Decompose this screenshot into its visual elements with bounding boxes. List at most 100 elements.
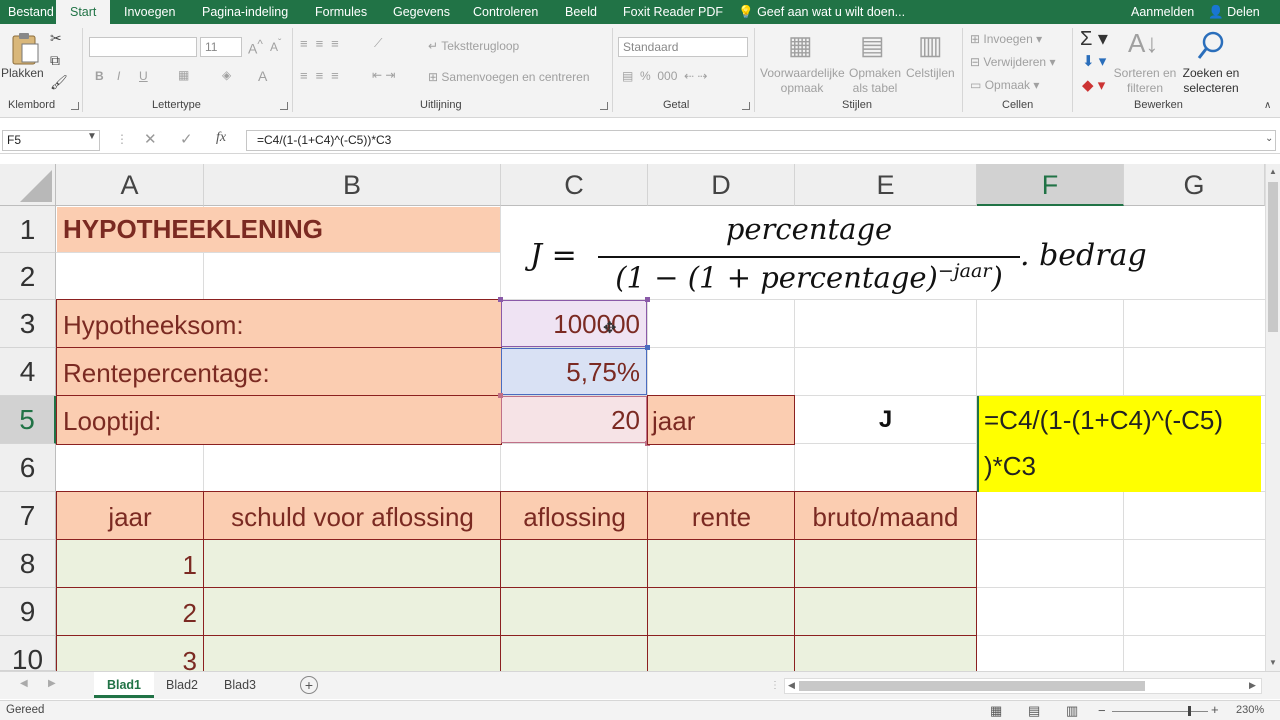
font-launcher-icon[interactable] xyxy=(280,102,288,110)
paste-button[interactable] xyxy=(8,30,42,66)
scroll-right-icon[interactable]: ▶ xyxy=(1249,680,1256,691)
delete-cells-button[interactable]: ⊟ Verwijderen ▾ xyxy=(970,55,1055,69)
row-header-8[interactable]: 8 xyxy=(0,540,56,588)
fill-color-icon[interactable]: ◈ xyxy=(222,68,231,82)
cut-icon[interactable]: ✂ xyxy=(50,30,62,47)
column-header-a[interactable]: A xyxy=(56,164,204,206)
cell-c5-value-term[interactable]: 20 xyxy=(501,396,647,443)
horizontal-scrollbar[interactable]: ◀ ▶ xyxy=(784,678,1262,694)
cell-c8[interactable] xyxy=(500,539,649,589)
header-aflossing[interactable]: aflossing xyxy=(500,491,649,541)
scroll-thumb[interactable] xyxy=(1268,182,1278,332)
header-jaar[interactable]: jaar xyxy=(56,491,204,541)
tab-foxit[interactable]: Foxit Reader PDF xyxy=(623,0,723,24)
format-table-button[interactable]: Opmaken als tabel xyxy=(846,66,904,96)
normal-view-icon[interactable]: ▦ xyxy=(990,703,1002,719)
next-sheet-icon[interactable]: ▶ xyxy=(48,678,56,689)
font-color-icon[interactable]: A xyxy=(258,68,267,84)
merge-center-button[interactable]: ⊞ Samenvoegen en centreren xyxy=(428,70,590,84)
sheet-tab-blad1[interactable]: Blad1 xyxy=(94,672,154,698)
alignment-launcher-icon[interactable] xyxy=(600,102,608,110)
vertical-align-icons[interactable]: ≡≡≡ xyxy=(300,36,347,51)
add-sheet-icon[interactable]: + xyxy=(300,676,318,694)
tab-beeld[interactable]: Beeld xyxy=(565,0,597,24)
row-header-4[interactable]: 4 xyxy=(0,348,56,396)
name-box-dropdown-icon[interactable]: ▼ xyxy=(87,131,97,142)
conditional-format-icon[interactable]: ▦ xyxy=(788,30,813,61)
format-painter-icon[interactable]: 🖌 xyxy=(50,74,68,91)
range-handle[interactable] xyxy=(645,345,650,350)
cell-c4-value-rate[interactable]: 5,75% xyxy=(501,348,647,395)
enter-icon[interactable]: ✓ xyxy=(180,130,193,148)
cell-b10[interactable] xyxy=(203,635,502,671)
cell-c10[interactable] xyxy=(500,635,649,671)
shrink-font-icon[interactable]: Aˇ xyxy=(270,38,281,54)
format-table-icon[interactable]: ▤ xyxy=(860,30,885,61)
fill-icon[interactable]: ⬇ ▾ xyxy=(1082,52,1106,70)
tab-invoegen[interactable]: Invoegen xyxy=(124,0,175,24)
column-header-g[interactable]: G xyxy=(1124,164,1265,206)
equation-object[interactable]: J = percentage (1 − (1 + percentage)−jaa… xyxy=(520,210,1180,300)
header-schuld[interactable]: schuld voor aflossing xyxy=(203,491,502,541)
cell-d9[interactable] xyxy=(647,587,796,637)
number-launcher-icon[interactable] xyxy=(742,102,750,110)
sort-filter-button[interactable]: Sorteren en filteren xyxy=(1112,66,1178,96)
indent-icons[interactable]: ⇤ ⇥ xyxy=(372,68,395,82)
search-icon[interactable] xyxy=(1196,30,1226,62)
font-size-combo[interactable]: 11 xyxy=(200,37,242,57)
cell-a5-label-term[interactable]: Looptijd: xyxy=(56,395,502,445)
sign-in-link[interactable]: Aanmelden xyxy=(1131,0,1194,24)
cell-e8[interactable] xyxy=(794,539,977,589)
find-select-button[interactable]: Zoeken en selecteren xyxy=(1180,66,1242,96)
cell-e9[interactable] xyxy=(794,587,977,637)
header-bruto-maand[interactable]: bruto/maand xyxy=(794,491,977,541)
formula-input[interactable]: =C4/(1-(1+C4)^(-C5))*C3 xyxy=(246,130,1276,151)
row-header-7[interactable]: 7 xyxy=(0,492,56,540)
cell-b8[interactable] xyxy=(203,539,502,589)
tab-gegevens[interactable]: Gegevens xyxy=(393,0,450,24)
cell-a8-year[interactable]: 1 xyxy=(56,539,204,589)
borders-icon[interactable]: ▦ xyxy=(178,68,189,82)
cell-c9[interactable] xyxy=(500,587,649,637)
range-handle[interactable] xyxy=(498,297,503,302)
cell-a1-title[interactable]: HYPOTHEEKLENING xyxy=(57,207,500,252)
sort-filter-icon[interactable]: A↓ xyxy=(1128,28,1158,59)
cell-b9[interactable] xyxy=(203,587,502,637)
grow-font-icon[interactable]: A^ xyxy=(248,38,263,57)
cell-styles-button[interactable]: Celstijlen xyxy=(906,66,955,80)
vertical-scrollbar[interactable]: ▲ ▼ xyxy=(1265,164,1280,671)
tab-formules[interactable]: Formules xyxy=(315,0,367,24)
tab-pagina-indeling[interactable]: Pagina-indeling xyxy=(202,0,288,24)
select-all-corner[interactable] xyxy=(0,164,56,206)
cell-d5-unit[interactable]: jaar xyxy=(647,395,795,445)
header-rente[interactable]: rente xyxy=(647,491,796,541)
insert-cells-button[interactable]: ⊞ Invoegen ▾ xyxy=(970,32,1042,46)
sheet-tab-blad3[interactable]: Blad3 xyxy=(214,672,266,698)
zoom-out-icon[interactable]: − xyxy=(1098,703,1106,718)
sheet-tab-blad2[interactable]: Blad2 xyxy=(156,672,208,698)
row-header-3[interactable]: 3 xyxy=(0,300,56,348)
number-format-combo[interactable]: Standaard xyxy=(618,37,748,57)
cell-a10-year[interactable]: 3 xyxy=(56,635,204,671)
cell-a3-label-sum[interactable]: Hypotheeksom: xyxy=(56,299,502,349)
format-cells-button[interactable]: ▭ Opmaak ▾ xyxy=(970,78,1039,92)
name-box[interactable]: F5 xyxy=(2,130,100,151)
italic-button[interactable]: I xyxy=(117,69,120,83)
cell-a4-label-rate[interactable]: Rentepercentage: xyxy=(56,347,502,397)
row-header-6[interactable]: 6 xyxy=(0,444,56,492)
range-handle[interactable] xyxy=(645,297,650,302)
bold-button[interactable]: B xyxy=(95,69,104,83)
collapse-ribbon-icon[interactable]: ∧ xyxy=(1264,100,1271,111)
row-header-5[interactable]: 5 xyxy=(0,396,56,444)
page-layout-icon[interactable]: ▤ xyxy=(1028,703,1040,719)
column-header-f[interactable]: F xyxy=(977,164,1124,206)
cell-a9-year[interactable]: 2 xyxy=(56,587,204,637)
cell-e10[interactable] xyxy=(794,635,977,671)
cell-f5-editor[interactable]: =C4/(1-(1+C4)^(-C5) )*C3 xyxy=(977,396,1261,492)
expand-formula-icon[interactable]: ⌄ xyxy=(1265,133,1273,144)
column-header-d[interactable]: D xyxy=(648,164,795,206)
font-name-combo[interactable] xyxy=(89,37,197,57)
column-header-e[interactable]: E xyxy=(795,164,977,206)
conditional-format-button[interactable]: Voorwaardelijke opmaak xyxy=(760,66,845,96)
zoom-slider[interactable] xyxy=(1112,711,1208,712)
